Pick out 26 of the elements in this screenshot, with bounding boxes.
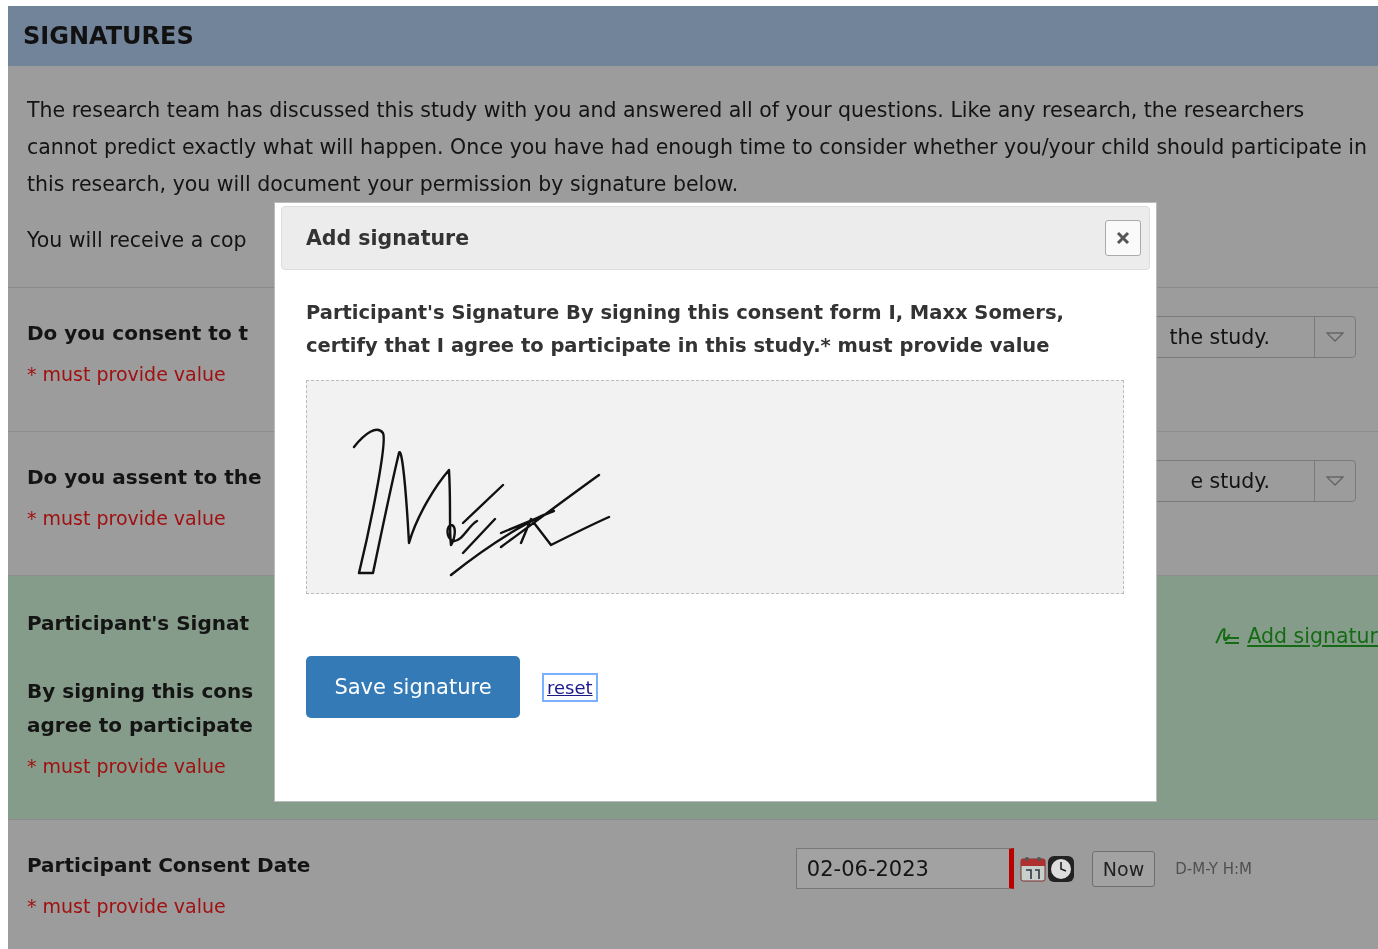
dialog-title: Add signature [306,226,470,250]
signature-icon [1213,625,1242,647]
required-note: * must provide value [27,754,227,779]
section-title: SIGNATURES [23,22,194,50]
now-button[interactable]: Now [1091,850,1156,887]
calendar-icon[interactable] [1019,855,1046,882]
intro-paragraph: The research team has discussed this study with you and answered all of your questions. Like any research, the researchers cannot predict exactly what will happen. Once you have had enough time to consider whether you/your child should participate in this research, you will document your permission by signature below. [27,97,1367,198]
caret-icon [1326,332,1344,342]
caret-icon [1326,476,1344,486]
field-label: Participant's Signat [27,610,251,637]
date-field[interactable]: 02-06-2023 [795,848,1014,889]
field-label: Do you assent to the [27,464,262,491]
close-icon [1116,231,1130,245]
required-note: * must provide value [27,362,227,387]
close-button[interactable] [1105,220,1141,256]
field-label: Participant Consent Date [27,852,311,879]
required-note: * must provide value [27,506,227,531]
clock-icon[interactable] [1047,855,1074,882]
field-description: agree to participate [27,712,254,739]
field-description: By signing this cons [27,678,254,705]
required-note: * must provide value [27,894,227,919]
intro-paragraph: You will receive a cop [27,227,247,254]
save-signature-button[interactable]: Save signature [306,656,520,718]
date-format-hint: D-M-Y H:M [1175,859,1252,878]
reset-link[interactable]: reset [544,674,596,700]
field-label: Do you consent to t [27,320,249,347]
